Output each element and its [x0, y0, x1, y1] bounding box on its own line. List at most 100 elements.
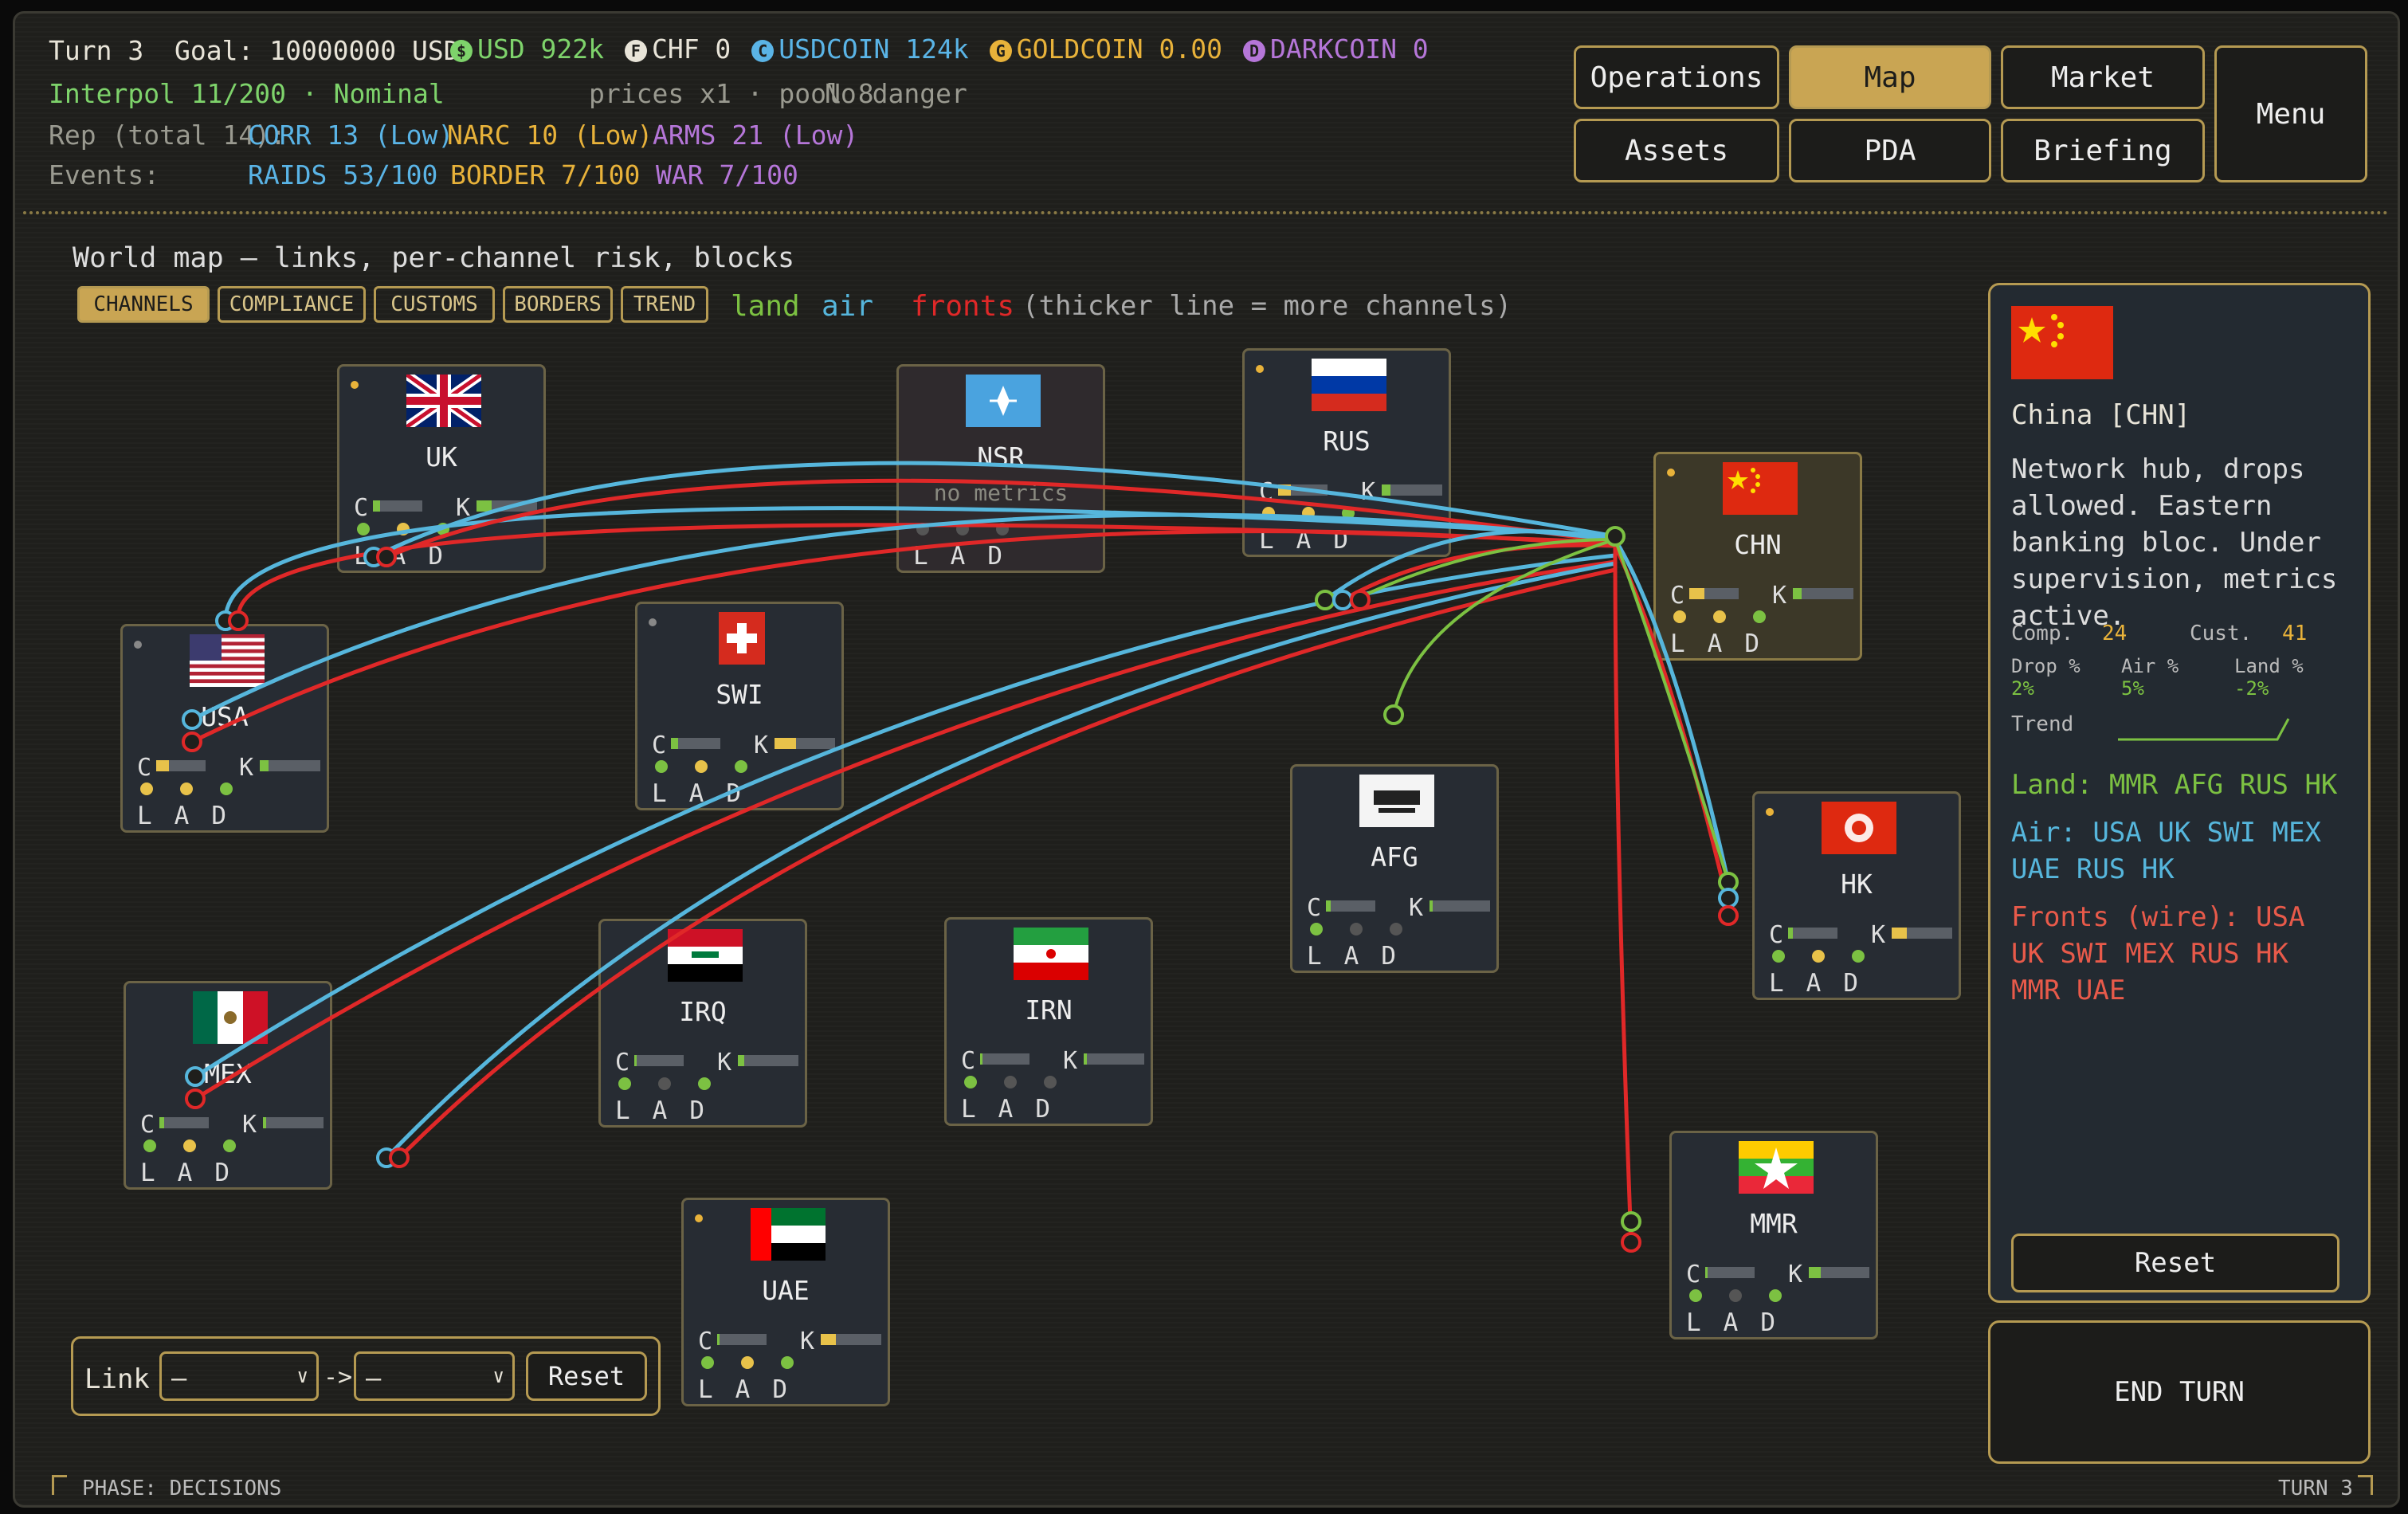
tab-borders[interactable]: BORDERS [503, 286, 613, 323]
currency-label: CHF 0 [651, 33, 731, 65]
link-endpoint[interactable] [1383, 704, 1404, 725]
no-metrics-label: no metrics [933, 480, 1069, 506]
node-irq[interactable]: IRQ C K LAD [598, 919, 807, 1128]
channel-dot [1772, 950, 1785, 963]
link-endpoint[interactable] [1621, 1211, 1641, 1232]
country-code: MEX [204, 1058, 252, 1089]
link-reset-button[interactable]: Reset [526, 1351, 647, 1401]
channel-line [1392, 538, 1616, 716]
map-button[interactable]: Map [1789, 45, 1991, 109]
currency-darkcoin: D DARKCOIN 0 [1243, 33, 1429, 65]
channel-dot [695, 760, 708, 773]
tab-customs[interactable]: CUSTOMS [374, 286, 495, 323]
mex-flag-icon [193, 991, 268, 1044]
mmr-flag-icon [1739, 1141, 1814, 1194]
link-to-select[interactable]: — ∨ [354, 1351, 515, 1401]
lad-label: LAD [961, 1095, 1073, 1124]
darkcoin-coin-icon: D [1243, 40, 1265, 62]
link-endpoint[interactable] [1350, 590, 1371, 610]
channel-dot [1310, 923, 1323, 935]
rep-corr: CORR 13 (Low) [248, 120, 454, 151]
channel-dot [1769, 1289, 1782, 1302]
customs-bar [477, 500, 537, 512]
customs-bar [821, 1334, 881, 1345]
link-endpoint[interactable] [1718, 872, 1739, 892]
events-label: Events: [49, 159, 160, 190]
lad-label: LAD [913, 542, 1025, 571]
link-endpoint[interactable] [1718, 888, 1739, 908]
node-uae[interactable]: UAE C K LAD [681, 1198, 890, 1406]
compliance-bar [373, 500, 422, 512]
tab-compliance[interactable]: COMPLIANCE [218, 286, 366, 323]
usa-flag-icon [190, 634, 265, 687]
drop-value: 2% [2011, 677, 2034, 700]
menu-button[interactable]: Menu [2214, 45, 2367, 182]
link-endpoint[interactable] [1332, 590, 1353, 610]
link-endpoint[interactable] [1718, 905, 1739, 926]
k-label: K [1361, 478, 1376, 506]
channel-dot [1302, 507, 1315, 520]
channel-dot [1852, 950, 1865, 963]
channel-dot [1044, 1076, 1057, 1088]
link-endpoint[interactable] [389, 1147, 410, 1168]
country-code: RUS [1323, 426, 1371, 457]
node-mex[interactable]: MEX C K LAD [124, 981, 332, 1190]
node-swi[interactable]: SWI C K LAD [635, 602, 844, 810]
k-label: K [800, 1328, 815, 1355]
channel-dot [183, 1139, 196, 1152]
assets-button[interactable]: Assets [1574, 119, 1779, 182]
channel-dot [220, 782, 233, 795]
status-indicator [695, 1214, 703, 1222]
market-button[interactable]: Market [2001, 45, 2205, 109]
usd-coin-icon: $ [450, 40, 473, 62]
event-border: BORDER 7/100 [450, 159, 641, 190]
link-from-select[interactable]: — ∨ [159, 1351, 319, 1401]
node-nsr[interactable]: NSR no metrics LAD [896, 364, 1105, 573]
comp-value: 24 [2102, 622, 2128, 645]
k-label: K [1788, 1261, 1803, 1288]
detail-reset-button[interactable]: Reset [2011, 1234, 2339, 1292]
node-irn[interactable]: IRN C K LAD [944, 917, 1153, 1126]
irq-flag-icon [668, 929, 743, 982]
k-label: K [717, 1049, 732, 1077]
link-label: Link [84, 1363, 150, 1395]
channel-dot [996, 523, 1009, 535]
country-code: NSR [977, 441, 1025, 473]
tab-trend[interactable]: TREND [621, 286, 708, 323]
k-label: K [1063, 1047, 1078, 1075]
danger-label: No danger [825, 78, 967, 109]
land-pct-label: Land % [2234, 655, 2304, 677]
link-endpoint[interactable] [1315, 590, 1335, 610]
status-indicator [1667, 469, 1675, 477]
end-turn-button[interactable]: END TURN [1988, 1320, 2371, 1464]
channel-dot [1689, 1289, 1702, 1302]
link-endpoint[interactable] [376, 1147, 397, 1168]
lad-label: LAD [698, 1375, 810, 1404]
goal-label: Goal: 10000000 USD [175, 35, 460, 66]
channel-dot [701, 1356, 714, 1369]
country-code: HK [1841, 869, 1873, 900]
node-afg[interactable]: AFG C K LAD [1290, 764, 1499, 973]
tab-channels[interactable]: CHANNELS [77, 286, 210, 323]
channel-dot [956, 523, 969, 535]
country-code: USA [201, 701, 249, 732]
channel-dot [140, 782, 153, 795]
briefing-button[interactable]: Briefing [2001, 119, 2205, 182]
compliance-bar [1689, 588, 1739, 599]
game-screen: Turn 3 Goal: 10000000 USD $ USD 922k F CHF … [13, 11, 2400, 1508]
node-mmr[interactable]: MMR C K LAD [1669, 1131, 1878, 1339]
channel-dot [1729, 1289, 1742, 1302]
link-endpoint[interactable] [1621, 1232, 1641, 1253]
rus-flag-icon [1312, 359, 1386, 411]
node-hk[interactable]: HK C K LAD [1752, 791, 1961, 1000]
node-rus[interactable]: RUS C K LAD [1242, 348, 1451, 557]
link-panel: Link — ∨ -> — ∨ Reset [71, 1336, 661, 1416]
operations-button[interactable]: Operations [1574, 45, 1779, 109]
land-pct-value: -2% [2234, 677, 2269, 700]
node-usa[interactable]: USA C K LAD [120, 624, 329, 833]
node-chn[interactable]: CHN C K LAD [1653, 452, 1862, 661]
pda-button[interactable]: PDA [1789, 119, 1991, 182]
lad-label: LAD [1686, 1308, 1798, 1337]
node-uk[interactable]: UK C K LAD [337, 364, 546, 573]
link-endpoint[interactable] [1605, 526, 1626, 547]
